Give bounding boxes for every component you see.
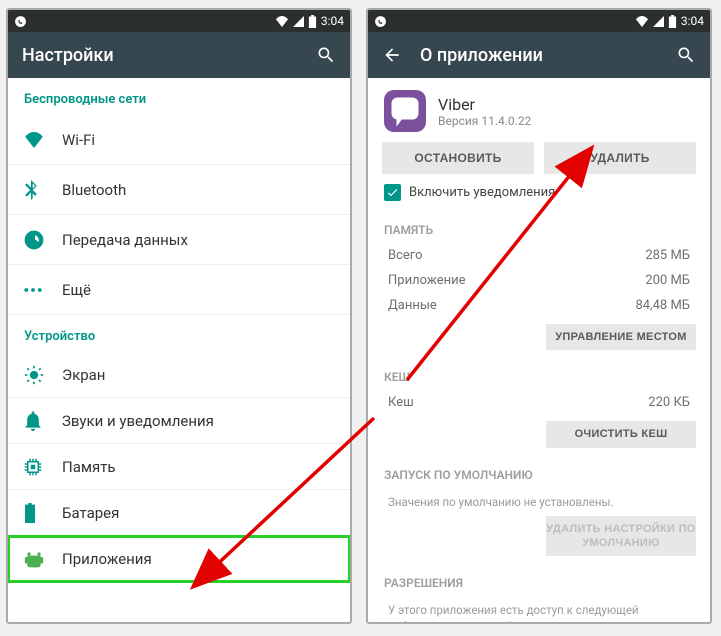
force-stop-button[interactable]: ОСТАНОВИТЬ [382, 142, 534, 174]
settings-item-battery[interactable]: Батарея [8, 490, 350, 536]
checkbox-checked-icon [384, 184, 401, 201]
manage-space-button[interactable]: УПРАВЛЕНИЕ МЕСТОМ [546, 324, 696, 350]
kv-value: 84,48 МБ [635, 298, 690, 313]
clear-cache-button[interactable]: ОЧИСТИТЬ КЕШ [546, 421, 696, 447]
wifi-signal-icon [275, 16, 289, 27]
status-bar: 3:04 [8, 10, 350, 32]
app-bar: Настройки [8, 32, 350, 78]
kv-label: Всего [388, 248, 423, 263]
settings-item-bluetooth[interactable]: Bluetooth [8, 165, 350, 215]
viber-status-icon [374, 15, 387, 28]
kv-label: Приложение [388, 273, 466, 288]
app-info-screen: 3:04 О приложении Viber Версия 11.4.0.22… [366, 8, 712, 624]
app-name: Viber [438, 95, 531, 114]
kv-value: 220 КБ [648, 395, 690, 410]
settings-item-sound[interactable]: Звуки и уведомления [8, 398, 350, 444]
item-label: Ещё [62, 281, 334, 299]
storage-data-row: Данные 84,48 МБ [368, 293, 710, 318]
status-bar: 3:04 [368, 10, 710, 32]
storage-app-row: Приложение 200 МБ [368, 268, 710, 293]
section-storage: ПАМЯТЬ [368, 209, 710, 243]
back-button[interactable] [382, 45, 402, 65]
notifications-label: Включить уведомления [409, 185, 555, 200]
cell-signal-icon [293, 16, 304, 27]
search-icon[interactable] [676, 45, 696, 65]
notifications-checkbox-row[interactable]: Включить уведомления [368, 184, 710, 209]
item-label: Передача данных [62, 231, 334, 249]
kv-value: 285 МБ [645, 248, 690, 263]
memory-icon [24, 458, 62, 476]
section-defaults: ЗАПУСК ПО УМОЛЧАНИЮ [368, 454, 710, 488]
kv-label: Данные [388, 298, 437, 313]
settings-item-more[interactable]: Ещё [8, 265, 350, 315]
page-title: О приложении [420, 45, 658, 66]
item-label: Приложения [62, 550, 334, 568]
settings-item-apps[interactable]: Приложения [8, 536, 350, 582]
kv-value: 200 МБ [645, 273, 690, 288]
viber-app-icon [384, 90, 426, 132]
item-label: Звуки и уведомления [62, 412, 334, 430]
item-label: Экран [62, 366, 334, 384]
section-permissions: РАЗРЕШЕНИЯ [368, 562, 710, 596]
battery-icon [308, 15, 317, 28]
cell-signal-icon [653, 16, 664, 27]
search-icon[interactable] [316, 45, 336, 65]
viber-status-icon [14, 15, 27, 28]
clock-text: 3:04 [681, 14, 704, 28]
battery-icon [24, 503, 62, 523]
cache-row: Кеш 220 КБ [368, 390, 710, 415]
settings-item-wifi[interactable]: Wi-Fi [8, 115, 350, 165]
battery-icon [668, 15, 677, 28]
app-version: Версия 11.4.0.22 [438, 114, 531, 128]
clear-defaults-button: УДАЛИТЬ НАСТРОЙКИ ПО УМОЛЧАНИЮ [546, 516, 696, 557]
apps-icon [24, 549, 62, 569]
more-icon [24, 287, 62, 293]
item-label: Wi-Fi [62, 131, 334, 149]
settings-item-display[interactable]: Экран [8, 352, 350, 398]
section-wireless: Беспроводные сети [8, 78, 350, 115]
bell-icon [24, 411, 62, 431]
app-bar: О приложении [368, 32, 710, 78]
section-cache: КЕШ [368, 356, 710, 390]
settings-item-data[interactable]: Передача данных [8, 215, 350, 265]
settings-list: Беспроводные сети Wi-Fi Bluetooth Переда… [8, 78, 350, 622]
wifi-signal-icon [635, 16, 649, 27]
uninstall-button[interactable]: УДАЛИТЬ [544, 142, 696, 174]
defaults-text: Значения по умолчанию не установлены. [368, 488, 710, 510]
page-title: Настройки [22, 45, 298, 66]
item-label: Bluetooth [62, 181, 334, 199]
item-label: Батарея [62, 504, 334, 522]
clock-text: 3:04 [321, 14, 344, 28]
settings-item-memory[interactable]: Память [8, 444, 350, 490]
kv-label: Кеш [388, 395, 414, 410]
wifi-icon [24, 132, 62, 148]
data-usage-icon [24, 230, 62, 250]
app-header: Viber Версия 11.4.0.22 [368, 78, 710, 142]
settings-screen: 3:04 Настройки Беспроводные сети Wi-Fi B… [6, 8, 352, 624]
permissions-text: У этого приложения есть доступ к следующ… [368, 596, 710, 622]
section-device: Устройство [8, 315, 350, 352]
app-info-content: Viber Версия 11.4.0.22 ОСТАНОВИТЬ УДАЛИТ… [368, 78, 710, 622]
item-label: Память [62, 458, 334, 476]
storage-total-row: Всего 285 МБ [368, 243, 710, 268]
display-icon [24, 365, 62, 385]
bluetooth-icon [24, 180, 62, 200]
